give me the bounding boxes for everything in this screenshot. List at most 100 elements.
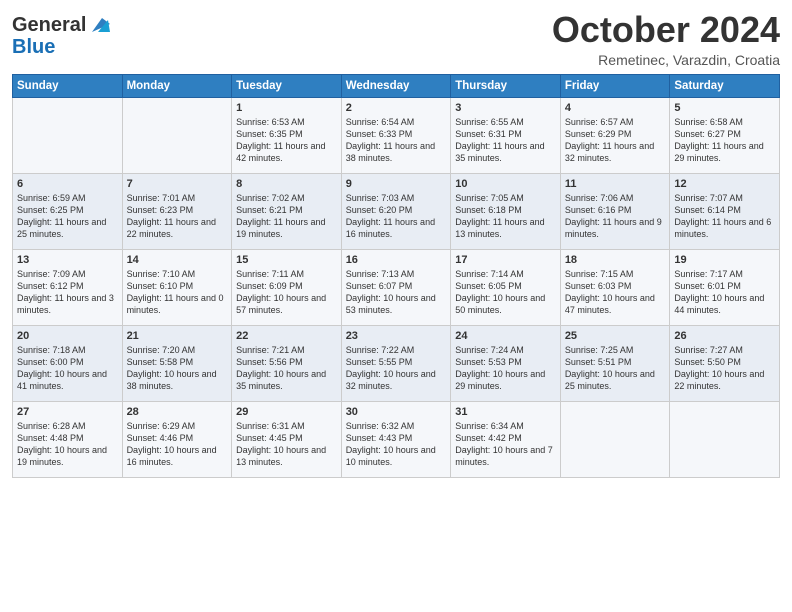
month-title: October 2024 [552,10,780,50]
day-number: 4 [565,102,666,114]
logo-general-text: General [12,14,86,36]
day-number: 28 [127,406,228,418]
day-number: 13 [17,254,118,266]
calendar-cell: 28Sunrise: 6:29 AM Sunset: 4:46 PM Dayli… [122,401,232,477]
day-info: Sunrise: 7:22 AM Sunset: 5:55 PM Dayligh… [346,344,447,393]
calendar-cell: 31 Sunrise: 6:34 AM Sunset: 4:42 PM Dayli… [451,401,561,477]
calendar-cell: 20 Sunrise: 7:18 AM Sunset: 6:00 PM Dayli… [13,325,123,401]
calendar-cell: 19Sunrise: 7:17 AM Sunset: 6:01 PM Dayli… [670,249,780,325]
calendar-cell: 21Sunrise: 7:20 AM Sunset: 5:58 PM Dayli… [122,325,232,401]
day-info: Sunrise: 7:06 AM Sunset: 6:16 PM Dayligh… [565,192,666,241]
calendar-cell [122,97,232,173]
calendar-cell: 27Sunrise: 6:28 AM Sunset: 4:48 PM Dayli… [13,401,123,477]
day-info: Sunrise: 6:54 AM Sunset: 6:33 PM Dayligh… [346,116,447,165]
day-info: Sunrise: 6:31 AM Sunset: 4:45 PM Dayligh… [236,420,337,469]
day-info: Sunrise: 7:07 AM Sunset: 6:14 PM Dayligh… [674,192,775,241]
day-info: Sunrise: 7:05 AM Sunset: 6:18 PM Dayligh… [455,192,556,241]
day-number: 20 [17,330,118,342]
page-container: General Blue October 2024 Remetinec, Var… [0,0,792,486]
day-number: 29 [236,406,337,418]
day-info: Sunrise: 6:57 AM Sunset: 6:29 PM Dayligh… [565,116,666,165]
calendar-cell: 14Sunrise: 7:10 AM Sunset: 6:10 PM Dayli… [122,249,232,325]
logo: General Blue [12,14,110,58]
title-block: October 2024 Remetinec, Varazdin, Croati… [552,10,780,68]
weekday-header-sunday: Sunday [13,74,123,97]
day-number: 3 [455,102,556,114]
day-number: 12 [674,178,775,190]
day-number: 1 [236,102,337,114]
calendar-week-row: 20 Sunrise: 7:18 AM Sunset: 6:00 PM Dayli… [13,325,780,401]
calendar-cell: 22 Sunrise: 7:21 AM Sunset: 5:56 PM Dayli… [232,325,342,401]
calendar-week-row: 27Sunrise: 6:28 AM Sunset: 4:48 PM Dayli… [13,401,780,477]
day-number: 26 [674,330,775,342]
day-info: Sunrise: 7:15 AM Sunset: 6:03 PM Dayligh… [565,268,666,317]
calendar-cell: 2 Sunrise: 6:54 AM Sunset: 6:33 PM Daylig… [341,97,451,173]
day-info: Sunrise: 7:03 AM Sunset: 6:20 PM Dayligh… [346,192,447,241]
weekday-header-tuesday: Tuesday [232,74,342,97]
day-number: 5 [674,102,775,114]
calendar-cell: 25Sunrise: 7:25 AM Sunset: 5:51 PM Dayli… [560,325,670,401]
day-info: Sunrise: 7:09 AM Sunset: 6:12 PM Dayligh… [17,268,118,317]
calendar-week-row: 13 Sunrise: 7:09 AM Sunset: 6:12 PM Dayli… [13,249,780,325]
day-info: Sunrise: 6:58 AM Sunset: 6:27 PM Dayligh… [674,116,775,165]
weekday-header-wednesday: Wednesday [341,74,451,97]
weekday-header-saturday: Saturday [670,74,780,97]
day-info: Sunrise: 7:24 AM Sunset: 5:53 PM Dayligh… [455,344,556,393]
calendar-cell: 5 Sunrise: 6:58 AM Sunset: 6:27 PM Daylig… [670,97,780,173]
day-number: 31 [455,406,556,418]
calendar-cell: 16 Sunrise: 7:13 AM Sunset: 6:07 PM Dayli… [341,249,451,325]
day-info: Sunrise: 7:01 AM Sunset: 6:23 PM Dayligh… [127,192,228,241]
day-number: 9 [346,178,447,190]
day-info: Sunrise: 6:59 AM Sunset: 6:25 PM Dayligh… [17,192,118,241]
day-info: Sunrise: 6:32 AM Sunset: 4:43 PM Dayligh… [346,420,447,469]
calendar-cell: 24Sunrise: 7:24 AM Sunset: 5:53 PM Dayli… [451,325,561,401]
calendar-cell [670,401,780,477]
calendar-cell: 26 Sunrise: 7:27 AM Sunset: 5:50 PM Dayli… [670,325,780,401]
day-info: Sunrise: 7:27 AM Sunset: 5:50 PM Dayligh… [674,344,775,393]
weekday-header-row: SundayMondayTuesdayWednesdayThursdayFrid… [13,74,780,97]
day-info: Sunrise: 7:21 AM Sunset: 5:56 PM Dayligh… [236,344,337,393]
calendar-cell: 18Sunrise: 7:15 AM Sunset: 6:03 PM Dayli… [560,249,670,325]
day-number: 17 [455,254,556,266]
calendar-cell: 7Sunrise: 7:01 AM Sunset: 6:23 PM Daylig… [122,173,232,249]
day-info: Sunrise: 6:34 AM Sunset: 4:42 PM Dayligh… [455,420,556,469]
calendar-cell [560,401,670,477]
day-number: 8 [236,178,337,190]
day-info: Sunrise: 7:13 AM Sunset: 6:07 PM Dayligh… [346,268,447,317]
calendar-week-row: 1 Sunrise: 6:53 AM Sunset: 6:35 PM Daylig… [13,97,780,173]
calendar-cell: 11Sunrise: 7:06 AM Sunset: 6:16 PM Dayli… [560,173,670,249]
calendar-cell: 10Sunrise: 7:05 AM Sunset: 6:18 PM Dayli… [451,173,561,249]
day-number: 15 [236,254,337,266]
day-info: Sunrise: 7:14 AM Sunset: 6:05 PM Dayligh… [455,268,556,317]
day-info: Sunrise: 6:55 AM Sunset: 6:31 PM Dayligh… [455,116,556,165]
day-number: 30 [346,406,447,418]
calendar-cell: 6Sunrise: 6:59 AM Sunset: 6:25 PM Daylig… [13,173,123,249]
header: General Blue October 2024 Remetinec, Var… [12,10,780,68]
calendar-cell: 12 Sunrise: 7:07 AM Sunset: 6:14 PM Dayli… [670,173,780,249]
day-number: 2 [346,102,447,114]
calendar-cell: 29 Sunrise: 6:31 AM Sunset: 4:45 PM Dayli… [232,401,342,477]
day-number: 16 [346,254,447,266]
calendar-cell: 9 Sunrise: 7:03 AM Sunset: 6:20 PM Daylig… [341,173,451,249]
calendar-cell: 17 Sunrise: 7:14 AM Sunset: 6:05 PM Dayli… [451,249,561,325]
calendar-cell: 13 Sunrise: 7:09 AM Sunset: 6:12 PM Dayli… [13,249,123,325]
calendar-cell: 23 Sunrise: 7:22 AM Sunset: 5:55 PM Dayli… [341,325,451,401]
day-number: 23 [346,330,447,342]
weekday-header-thursday: Thursday [451,74,561,97]
day-number: 19 [674,254,775,266]
day-info: Sunrise: 6:53 AM Sunset: 6:35 PM Dayligh… [236,116,337,165]
day-info: Sunrise: 7:11 AM Sunset: 6:09 PM Dayligh… [236,268,337,317]
day-info: Sunrise: 7:18 AM Sunset: 6:00 PM Dayligh… [17,344,118,393]
calendar-cell: 30 Sunrise: 6:32 AM Sunset: 4:43 PM Dayli… [341,401,451,477]
day-number: 22 [236,330,337,342]
calendar-cell: 8Sunrise: 7:02 AM Sunset: 6:21 PM Daylig… [232,173,342,249]
calendar-cell: 1 Sunrise: 6:53 AM Sunset: 6:35 PM Daylig… [232,97,342,173]
day-info: Sunrise: 7:10 AM Sunset: 6:10 PM Dayligh… [127,268,228,317]
location: Remetinec, Varazdin, Croatia [552,52,780,68]
calendar-week-row: 6Sunrise: 6:59 AM Sunset: 6:25 PM Daylig… [13,173,780,249]
calendar-table: SundayMondayTuesdayWednesdayThursdayFrid… [12,74,780,478]
day-info: Sunrise: 6:28 AM Sunset: 4:48 PM Dayligh… [17,420,118,469]
day-number: 25 [565,330,666,342]
weekday-header-monday: Monday [122,74,232,97]
weekday-header-friday: Friday [560,74,670,97]
